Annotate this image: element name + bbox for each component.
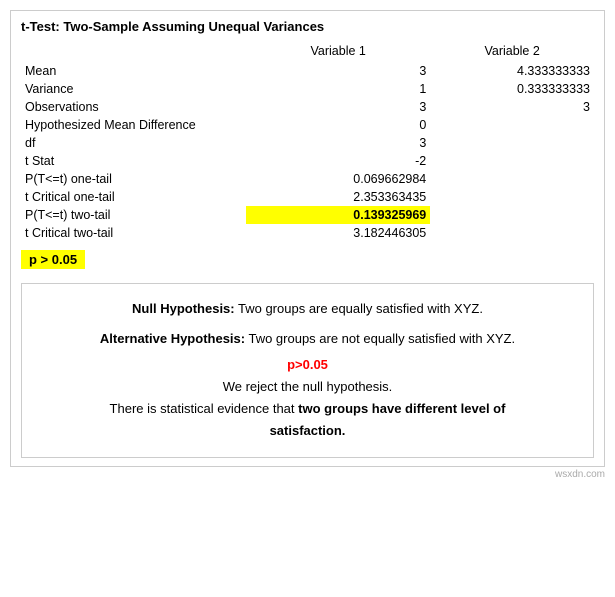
row-label: P(T<=t) two-tail — [21, 206, 246, 224]
evidence-bold2: satisfaction. — [270, 423, 346, 438]
alt-text: Two groups are not equally satisfied wit… — [245, 331, 515, 346]
row-label: t Critical two-tail — [21, 224, 246, 242]
row-label: P(T<=t) one-tail — [21, 170, 246, 188]
row-val1: 3.182446305 — [246, 224, 430, 242]
row-label: t Stat — [21, 152, 246, 170]
p-value-red: p>0.05 — [287, 357, 328, 372]
table-row: t Critical one-tail2.353363435 — [21, 188, 594, 206]
row-val2 — [430, 206, 594, 224]
row-val1: 2.353363435 — [246, 188, 430, 206]
row-val2 — [430, 152, 594, 170]
row-val1: -2 — [246, 152, 430, 170]
header-label — [21, 42, 246, 62]
table-row: df3 — [21, 134, 594, 152]
p-value-result: p>0.05 — [42, 354, 573, 376]
table-header-row: Variable 1 Variable 2 — [21, 42, 594, 62]
row-val2 — [430, 224, 594, 242]
row-val2: 0.333333333 — [430, 80, 594, 98]
main-container: t-Test: Two-Sample Assuming Unequal Vari… — [10, 10, 605, 467]
table-row: Mean34.333333333 — [21, 62, 594, 80]
null-text: Two groups are equally satisfied with XY… — [235, 301, 483, 316]
row-label: df — [21, 134, 246, 152]
row-val1: 0.069662984 — [246, 170, 430, 188]
table-row: P(T<=t) one-tail0.069662984 — [21, 170, 594, 188]
evidence-line2: satisfaction. — [42, 420, 573, 442]
hypothesis-box: Null Hypothesis: Two groups are equally … — [21, 283, 594, 458]
row-val2: 4.333333333 — [430, 62, 594, 80]
row-label: Hypothesized Mean Difference — [21, 116, 246, 134]
row-val2 — [430, 170, 594, 188]
header-var1: Variable 1 — [246, 42, 430, 62]
null-hypothesis: Null Hypothesis: Two groups are equally … — [42, 298, 573, 320]
evidence-text1: There is statistical evidence that — [110, 401, 299, 416]
evidence-bold: two groups have different level of — [298, 401, 505, 416]
row-val2 — [430, 134, 594, 152]
table-row: Observations33 — [21, 98, 594, 116]
row-label: Observations — [21, 98, 246, 116]
table-row: Variance10.333333333 — [21, 80, 594, 98]
row-label: Mean — [21, 62, 246, 80]
table-row: t Critical two-tail3.182446305 — [21, 224, 594, 242]
table-row: t Stat-2 — [21, 152, 594, 170]
row-val1: 0 — [246, 116, 430, 134]
row-val1: 1 — [246, 80, 430, 98]
row-label: t Critical one-tail — [21, 188, 246, 206]
header-var2: Variable 2 — [430, 42, 594, 62]
alt-hypothesis: Alternative Hypothesis: Two groups are n… — [42, 328, 573, 350]
row-val2 — [430, 188, 594, 206]
alt-prefix: Alternative Hypothesis: — [100, 331, 245, 346]
null-prefix: Null Hypothesis: — [132, 301, 235, 316]
table-row: P(T<=t) two-tail0.139325969 — [21, 206, 594, 224]
evidence-line: There is statistical evidence that two g… — [42, 398, 573, 420]
row-label: Variance — [21, 80, 246, 98]
p-value-box: p > 0.05 — [21, 242, 594, 277]
row-val2 — [430, 116, 594, 134]
footer: wsxdn.com — [10, 469, 605, 480]
row-val1: 3 — [246, 134, 430, 152]
stats-table: Variable 1 Variable 2 Mean34.333333333Va… — [21, 42, 594, 242]
row-val1: 3 — [246, 62, 430, 80]
row-val2: 3 — [430, 98, 594, 116]
table-row: Hypothesized Mean Difference0 — [21, 116, 594, 134]
reject-text: We reject the null hypothesis. — [42, 376, 573, 398]
row-val1: 3 — [246, 98, 430, 116]
p-value-label: p > 0.05 — [21, 250, 85, 269]
table-title: t-Test: Two-Sample Assuming Unequal Vari… — [21, 19, 594, 34]
row-val1: 0.139325969 — [246, 206, 430, 224]
